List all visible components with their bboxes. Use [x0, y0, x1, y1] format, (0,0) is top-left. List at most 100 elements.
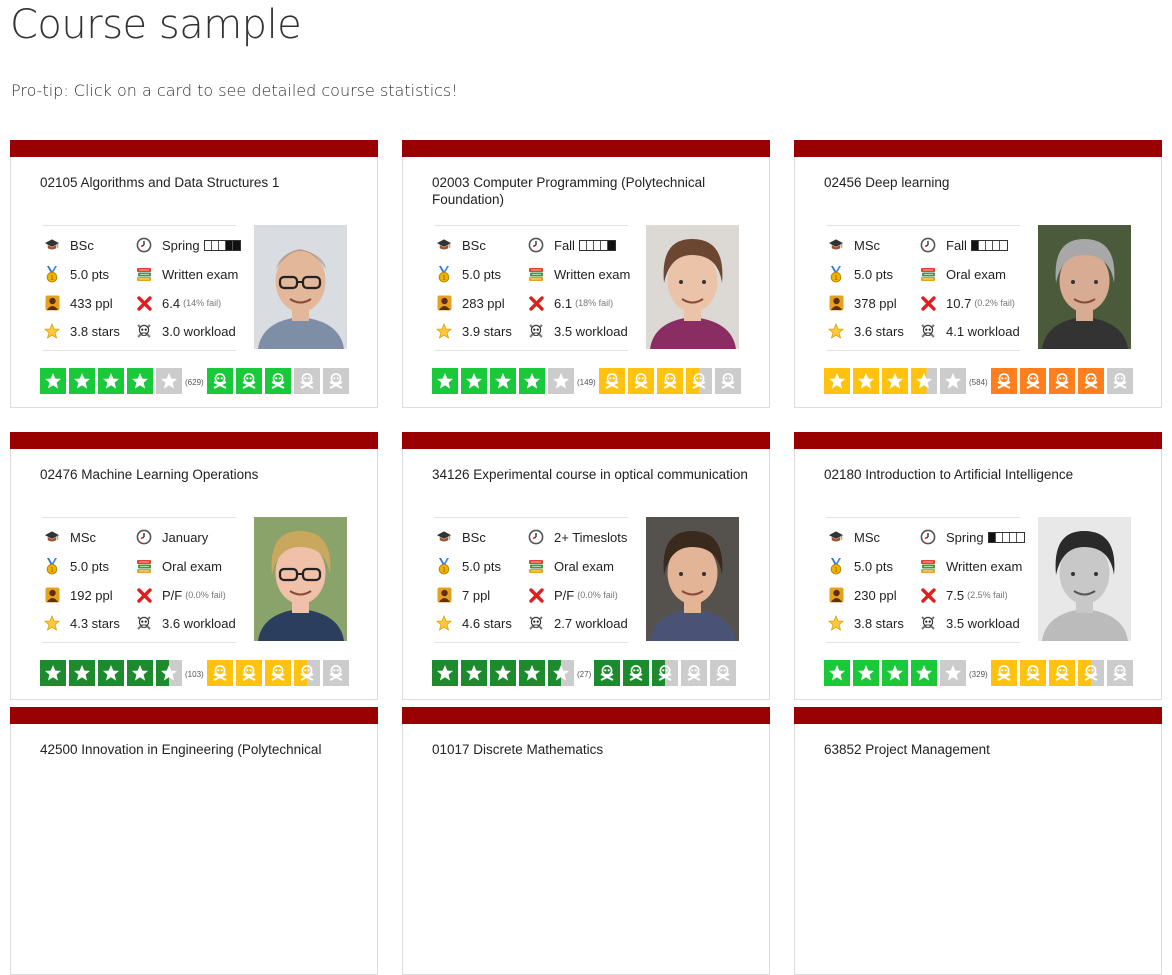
workload-skull-box: [264, 660, 291, 686]
clock-icon: [136, 237, 152, 253]
person-icon: [44, 587, 60, 603]
rating-count: (27): [577, 669, 592, 679]
stat-level: BSc: [436, 527, 486, 547]
stat-grade: P/F (0.0% fail): [528, 585, 618, 605]
stat-season: Fall: [920, 235, 1008, 255]
medal-icon: 1: [436, 265, 452, 282]
course-card[interactable]: 02456 Deep learning MSc Fall 1 5.0 pts O…: [794, 140, 1162, 408]
workload-skull-box: [1106, 368, 1133, 394]
stat-level-value: BSc: [462, 529, 486, 545]
stat-level-value: BSc: [70, 237, 94, 253]
stat-level: BSc: [44, 235, 94, 255]
stat-grade-value: 6.4: [162, 295, 181, 311]
course-card[interactable]: 02003 Computer Programming (Polytechnica…: [402, 140, 770, 408]
stat-workload-value: 3.0 workload: [162, 323, 236, 339]
stat-workload-value: 3.5 workload: [554, 323, 628, 339]
stat-workload: 4.1 workload: [920, 321, 1020, 341]
course-card[interactable]: 02105 Algorithms and Data Structures 1 B…: [10, 140, 378, 408]
medal-icon: 1: [44, 265, 60, 282]
semester-grid: [203, 239, 241, 251]
stat-workload-value: 2.7 workload: [554, 615, 628, 631]
workload-skull-box: [685, 368, 712, 394]
star-icon: [436, 615, 452, 631]
stat-grade: 10.7 (0.2% fail): [920, 293, 1015, 313]
course-title: 34126 Experimental course in optical com…: [432, 467, 748, 482]
stat-season: Fall: [528, 235, 616, 255]
stat-ects: 1 5.0 pts: [436, 556, 501, 576]
stat-exam-value: Oral exam: [162, 558, 222, 574]
mortarboard-icon: [436, 237, 452, 253]
semester-grid: [578, 239, 616, 251]
semester-grid: [987, 531, 1025, 543]
card-header-bar: [402, 432, 770, 449]
workload-skull-box: [1048, 660, 1075, 686]
star-icon: [44, 615, 60, 631]
workload-skull-box: [264, 368, 291, 394]
rating-star-box: [69, 368, 95, 394]
medal-icon: 1: [436, 557, 452, 574]
workload-skull-box: [206, 660, 233, 686]
stat-participants-value: 283 ppl: [462, 295, 505, 311]
fail-rate: (0.0% fail): [185, 590, 226, 600]
rating-count: (149): [577, 377, 596, 387]
star-icon: [436, 323, 452, 339]
rating-star-box: [519, 368, 545, 394]
course-stats: MSc Spring 1 5.0 pts Written exam 230 pp…: [826, 517, 1025, 643]
rating-star-box: [882, 368, 908, 394]
stat-exam: Written exam: [528, 264, 630, 284]
course-card[interactable]: 02180 Introduction to Artificial Intelli…: [794, 432, 1162, 700]
skull-icon: [920, 615, 936, 631]
stat-exam-value: Written exam: [554, 266, 631, 282]
mortarboard-icon: [44, 237, 60, 253]
star-icon: [828, 323, 844, 339]
course-card[interactable]: 42500 Innovation in Engineering (Polytec…: [10, 707, 378, 975]
stat-stars: 3.6 stars: [828, 321, 904, 341]
svg-text:1: 1: [834, 274, 838, 281]
card-header-bar: [794, 432, 1162, 449]
rating-bars: (27): [432, 660, 739, 686]
course-card[interactable]: 02476 Machine Learning Operations MSc Ja…: [10, 432, 378, 700]
rating-star-box: [127, 368, 153, 394]
skull-icon: [920, 323, 936, 339]
teacher-photo: [1038, 225, 1131, 349]
stat-stars-value: 3.9 stars: [462, 323, 512, 339]
mortarboard-icon: [436, 529, 452, 545]
stat-ects: 1 5.0 pts: [44, 556, 109, 576]
workload-skull-box: [652, 660, 679, 686]
rating-star-box: [490, 368, 516, 394]
stat-participants: 283 ppl: [436, 293, 505, 313]
stat-workload-value: 3.5 workload: [946, 615, 1020, 631]
stat-participants: 230 ppl: [828, 585, 897, 605]
stat-season-value: Spring: [162, 237, 200, 253]
rating-count: (329): [969, 669, 988, 679]
skull-icon: [528, 323, 544, 339]
course-card[interactable]: 63852 Project Management: [794, 707, 1162, 975]
stat-exam-value: Written exam: [162, 266, 239, 282]
clock-icon: [920, 529, 936, 545]
rating-star-box: [882, 660, 908, 686]
course-card[interactable]: 34126 Experimental course in optical com…: [402, 432, 770, 700]
rating-count: (103): [185, 669, 204, 679]
stat-exam: Written exam: [920, 556, 1022, 576]
stat-participants-value: 378 ppl: [854, 295, 897, 311]
course-title: 02105 Algorithms and Data Structures 1: [40, 175, 280, 190]
rating-star-box: [40, 368, 66, 394]
stat-level-value: BSc: [462, 237, 486, 253]
rating-star-box: [940, 368, 966, 394]
svg-text:1: 1: [442, 274, 446, 281]
workload-skull-box: [598, 368, 625, 394]
svg-text:1: 1: [50, 274, 54, 281]
workload-skull-box: [235, 368, 262, 394]
workload-skull-box: [1019, 368, 1046, 394]
stat-level: MSc: [44, 527, 96, 547]
stat-participants-value: 192 ppl: [70, 587, 113, 603]
rating-count: (584): [969, 377, 988, 387]
person-icon: [44, 295, 60, 311]
clock-icon: [528, 529, 544, 545]
workload-skull-box: [206, 368, 233, 394]
course-card[interactable]: 01017 Discrete Mathematics: [402, 707, 770, 975]
stat-season-value: January: [162, 529, 209, 545]
stat-season-value: Fall: [946, 237, 967, 253]
stat-season: Spring: [136, 235, 241, 255]
page-title: Course sample: [10, 2, 302, 48]
